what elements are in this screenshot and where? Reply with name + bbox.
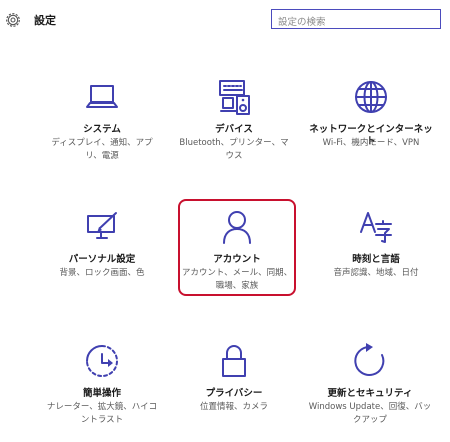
lock-icon: [215, 342, 253, 380]
selection-highlight: [178, 199, 296, 296]
tile-update-security[interactable]: 更新とセキュリティ Windows Update、回復、バックアップ: [306, 342, 434, 442]
tile-privacy[interactable]: プライバシー 位置情報、カメラ: [176, 342, 292, 442]
tile-label: プライバシー: [205, 388, 263, 399]
tile-system[interactable]: システム ディスプレイ、通知、アプリ、電源: [44, 78, 160, 178]
tile-devices[interactable]: デバイス Bluetooth、プリンター、マウス: [176, 78, 292, 178]
tile-description: ディスプレイ、通知、アプリ、電源: [51, 138, 153, 161]
tile-time-language[interactable]: 時刻と言語 音声認識、地域、日付: [318, 208, 434, 308]
tile-label: 簡単操作: [82, 388, 121, 399]
tile-personalization[interactable]: パーソナル設定 背景、ロック画面、色: [44, 208, 160, 308]
gear-icon: [4, 11, 22, 29]
tile-label: システム: [83, 124, 121, 135]
tile-label: 時刻と言語: [352, 254, 400, 265]
laptop-icon: [83, 78, 121, 116]
tile-label: 更新とセキュリティ: [327, 388, 413, 399]
tile-ease-of-access[interactable]: 簡単操作 ナレーター、拡大鏡、ハイコントラスト: [44, 342, 160, 442]
tile-network[interactable]: ネットワークとインターネット Wi-Fi、機内モード、VPN: [308, 78, 434, 178]
tile-description: Bluetooth、プリンター、マウス: [179, 138, 289, 161]
tile-description: 音声認識、地域、日付: [333, 268, 419, 278]
personalization-icon: [83, 208, 121, 246]
header: 設定: [0, 0, 450, 40]
tile-label: パーソナル設定: [68, 254, 136, 265]
search-box[interactable]: [271, 9, 441, 32]
page-title: 設定: [34, 14, 56, 27]
update-icon: [351, 342, 389, 380]
ease-of-access-icon: [83, 342, 121, 380]
time-language-icon: [357, 208, 395, 246]
tile-description: Wi-Fi、機内モード、VPN: [322, 138, 420, 148]
tile-description: 位置情報、カメラ: [199, 402, 268, 412]
tile-label: デバイス: [215, 124, 253, 135]
search-input[interactable]: [272, 13, 440, 32]
globe-icon: [352, 78, 390, 116]
tile-description: 背景、ロック画面、色: [59, 268, 145, 278]
devices-icon: [215, 78, 253, 116]
